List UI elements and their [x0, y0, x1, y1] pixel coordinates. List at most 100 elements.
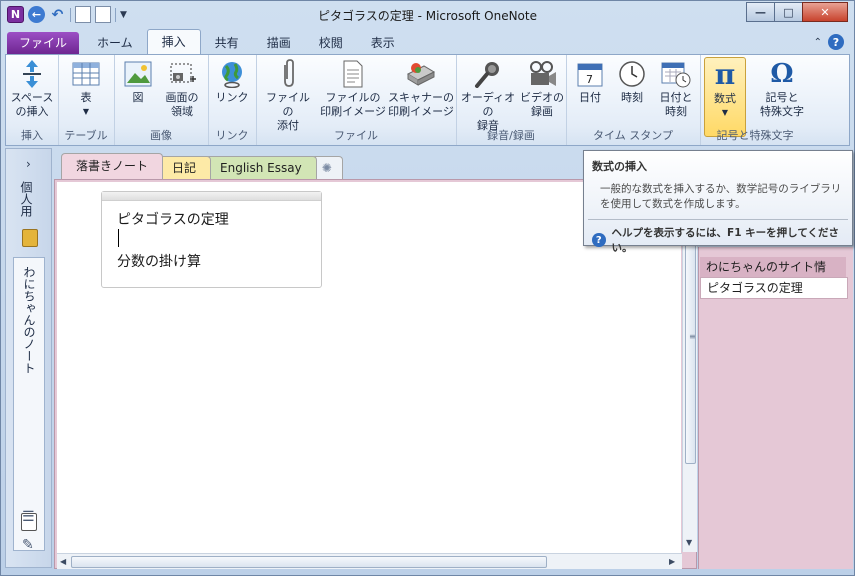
window-title: ピタゴラスの定理 - Microsoft OneNote — [318, 9, 537, 23]
picture-button[interactable]: 図 — [120, 59, 156, 105]
insert-space-label-2: の挿入 — [15, 105, 49, 118]
note-line-fraction[interactable]: 分数の掛け算 — [117, 251, 201, 271]
onenote-window: N ← ↶ ▼ ピタゴラスの定理 - Microsoft OneNote — □… — [0, 0, 855, 576]
group-label: 挿入 — [21, 129, 43, 142]
text-cursor — [118, 229, 119, 247]
all-notebooks-icon[interactable]: ☰ — [22, 509, 35, 525]
symbol-button[interactable]: Ω 記号と 特殊文字 — [754, 59, 810, 119]
date-time-button[interactable]: 日付と 時刻 — [656, 59, 696, 119]
page-tab-wani-site[interactable]: わにちゃんのサイト情 — [700, 257, 846, 277]
note-container[interactable]: ピタゴラスの定理 分数の掛け算 — [101, 191, 322, 288]
table-icon — [71, 59, 101, 89]
section-tab-rakugaki[interactable]: 落書きノート — [61, 153, 164, 179]
symbol-label-1: 記号と — [765, 91, 799, 104]
video-camera-icon — [527, 59, 557, 89]
dropdown-arrow-icon: ▼ — [82, 107, 90, 116]
microphone-icon — [473, 59, 503, 89]
horizontal-scrollbar[interactable]: ◀ ▶ — [57, 553, 682, 569]
tab-review[interactable]: 校閲 — [305, 32, 357, 54]
scanner-printout-button[interactable]: スキャナーの 印刷イメージ — [388, 59, 454, 119]
expand-navigation-icon[interactable]: › — [26, 157, 31, 171]
pi-icon: π — [714, 58, 736, 91]
record-video-label-2: 録画 — [531, 105, 553, 118]
note-drag-handle[interactable] — [102, 192, 321, 201]
insert-space-button[interactable]: スペース の挿入 — [10, 59, 54, 119]
group-label: テーブル — [64, 129, 108, 142]
date-button[interactable]: 7 日付 — [572, 59, 608, 105]
page-tabs-pane: わにちゃんのサイト情 ピタゴラスの定理 — [698, 247, 853, 569]
ribbon-tabs: ファイル ホーム 挿入 共有 描画 校閲 表示 — [7, 29, 409, 54]
group-insert: スペース の挿入 挿入 — [6, 55, 59, 145]
group-label: 録音/録画 — [487, 129, 535, 142]
picture-label: 図 — [132, 91, 144, 104]
tab-view[interactable]: 表示 — [357, 32, 409, 54]
tab-home[interactable]: ホーム — [83, 32, 147, 54]
screen-clipping-icon — [167, 59, 197, 89]
window-controls: — □ ✕ — [746, 2, 848, 22]
tab-file[interactable]: ファイル — [7, 32, 80, 54]
svg-text:7: 7 — [586, 73, 593, 86]
screen-clipping-label-2: 領域 — [171, 105, 193, 118]
tooltip-divider — [588, 219, 848, 220]
page-tab-pythagoras[interactable]: ピタゴラスの定理 — [700, 277, 848, 299]
section-tab-diary[interactable]: 日記 — [157, 156, 212, 179]
ribbon-tab-controls: ⌃ ? — [814, 34, 844, 50]
close-icon[interactable]: ✕ — [802, 2, 848, 22]
tooltip-help: ? ヘルプを表示するには、F1 キーを押してください。 — [592, 225, 852, 255]
unfiled-notes-icon[interactable]: ✎ — [22, 537, 34, 553]
table-label: 表 — [80, 91, 92, 104]
tooltip-body: 一般的な数式を挿入するか、数学記号のライブラリを使用して数式を作成します。 — [600, 183, 842, 210]
group-timestamp: 7 日付 時刻 日付と 時刻 タイム スタンプ — [566, 55, 701, 145]
group-recording: オーディオの 録音 ビデオの 録画 録音/録画 — [456, 55, 567, 145]
notebook-personal[interactable]: 個人用 — [18, 181, 35, 217]
record-video-button[interactable]: ビデオの 録画 — [520, 59, 564, 119]
globe-link-icon — [217, 59, 247, 89]
maximize-icon[interactable]: □ — [774, 2, 803, 22]
table-button[interactable]: 表 ▼ — [68, 59, 104, 119]
horizontal-scroll-thumb[interactable] — [71, 556, 547, 568]
symbol-label-2: 特殊文字 — [760, 105, 804, 118]
group-label: ファイル — [334, 129, 378, 142]
tooltip-help-text: ヘルプを表示するには、F1 キーを押してください。 — [611, 227, 840, 254]
tab-share[interactable]: 共有 — [201, 32, 253, 54]
file-printout-label-1: ファイルの — [325, 91, 381, 104]
paperclip-icon — [273, 59, 303, 89]
equation-tooltip: 数式の挿入 一般的な数式を挿入するか、数学記号のライブラリを使用して数式を作成し… — [583, 150, 853, 254]
scroll-left-icon[interactable]: ◀ — [60, 557, 66, 566]
record-audio-button[interactable]: オーディオの 録音 — [460, 59, 516, 133]
file-printout-button[interactable]: ファイルの 印刷イメージ — [320, 59, 386, 119]
insert-space-icon — [17, 59, 47, 89]
scroll-down-icon[interactable]: ▼ — [686, 538, 692, 547]
scroll-right-icon[interactable]: ▶ — [669, 557, 675, 566]
screen-clipping-button[interactable]: 画面の 領域 — [160, 59, 204, 119]
help-icon[interactable]: ? — [828, 34, 844, 50]
title-bar: N ← ↶ ▼ ピタゴラスの定理 - Microsoft OneNote — □… — [1, 1, 854, 29]
scanner-icon — [406, 59, 436, 89]
tab-draw[interactable]: 描画 — [253, 32, 305, 54]
time-button[interactable]: 時刻 — [614, 59, 650, 105]
scanner-printout-label-1: スキャナーの — [388, 91, 454, 104]
equation-button[interactable]: π 数式 ▼ — [704, 57, 746, 137]
note-line-title[interactable]: ピタゴラスの定理 — [117, 209, 229, 229]
date-time-label-1: 日付と — [659, 91, 693, 104]
group-label: 記号と特殊文字 — [716, 129, 794, 142]
notebook-personal-icon[interactable] — [22, 229, 38, 247]
minimize-ribbon-icon[interactable]: ⌃ — [814, 37, 822, 48]
notebook-active[interactable]: わにちゃんのノート — [13, 257, 45, 551]
help-icon: ? — [592, 233, 606, 247]
ribbon: スペース の挿入 挿入 表 ▼ テーブル 図 画面の 領域 画像 リンク リンク… — [5, 54, 850, 146]
document-icon — [338, 59, 368, 89]
calendar-icon: 7 — [575, 59, 605, 89]
group-images: 図 画面の 領域 画像 — [114, 55, 209, 145]
record-audio-label-1: オーディオの — [460, 91, 516, 118]
link-button[interactable]: リンク — [214, 59, 250, 105]
file-printout-label-2: 印刷イメージ — [320, 105, 386, 118]
group-symbols: π 数式 ▼ Ω 記号と 特殊文字 記号と特殊文字 — [700, 55, 810, 145]
minimize-icon[interactable]: — — [746, 2, 775, 22]
tab-insert[interactable]: 挿入 — [146, 29, 201, 54]
group-label: タイム スタンプ — [593, 129, 673, 142]
equation-label: 数式 — [714, 92, 736, 105]
attach-file-button[interactable]: ファイルの 添付 — [262, 59, 314, 133]
tooltip-title: 数式の挿入 — [592, 160, 647, 173]
section-tab-english-essay[interactable]: English Essay — [205, 156, 317, 179]
